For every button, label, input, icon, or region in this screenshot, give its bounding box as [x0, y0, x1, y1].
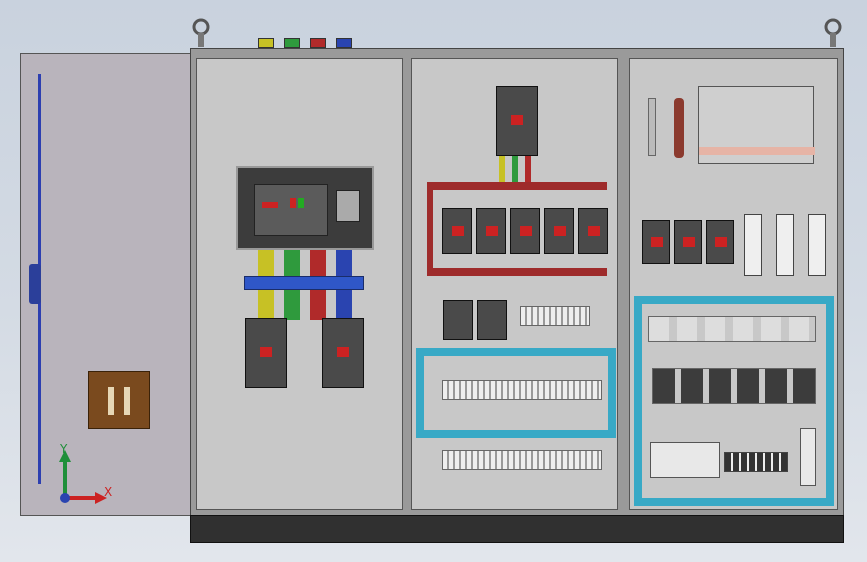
branch-mccb-row2-1[interactable] [443, 300, 473, 340]
top-terminal-yellow [258, 38, 274, 48]
door-handle[interactable] [29, 264, 41, 304]
main-mccb[interactable] [496, 86, 538, 156]
air-circuit-breaker[interactable] [236, 166, 374, 250]
axis-label-y: Y [60, 442, 68, 456]
axis-triad-icon [59, 450, 107, 504]
busbar-frame-top [427, 182, 607, 190]
branch-mccb-row1-1[interactable] [442, 208, 472, 254]
terminal-column [674, 98, 684, 158]
din-rail-vertical [648, 98, 656, 156]
terminal-strip-2b [442, 450, 602, 470]
terminal-strip-2a [442, 380, 602, 400]
top-terminal-blue [336, 38, 352, 48]
fuse-switch-3[interactable] [808, 214, 826, 276]
aux-mccb-2[interactable] [674, 220, 702, 264]
contactor-row [652, 368, 816, 404]
branch-mccb-row1-3[interactable] [510, 208, 540, 254]
axis-label-x: X [104, 485, 113, 499]
fuse-switch-2[interactable] [776, 214, 794, 276]
io-module-strip [724, 452, 788, 472]
aux-mccb-3[interactable] [706, 220, 734, 264]
branch-mccb-row1-4[interactable] [544, 208, 574, 254]
fuse-holder-assembly[interactable] [698, 86, 815, 164]
outgoing-breaker-1[interactable] [245, 318, 287, 388]
top-terminal-red [310, 38, 326, 48]
aux-mccb-1[interactable] [642, 220, 670, 264]
power-supply-module[interactable] [800, 428, 816, 486]
cabinet-plinth [190, 515, 844, 543]
fuse-switch-1[interactable] [744, 214, 762, 276]
lifting-eye-right-icon [824, 18, 842, 47]
door-lock-box[interactable] [88, 371, 150, 429]
top-terminal-green [284, 38, 300, 48]
busbar-frame-left [427, 182, 433, 276]
busbar-frame-bottom [427, 268, 607, 276]
plc-controller[interactable] [650, 442, 720, 478]
branch-mccb-row2-2[interactable] [477, 300, 507, 340]
branch-mccb-row1-5[interactable] [578, 208, 608, 254]
relay-row-1 [648, 316, 816, 342]
branch-mccb-row1-2[interactable] [476, 208, 506, 254]
terminal-block-small [520, 306, 590, 326]
lifting-eye-left-icon [192, 18, 210, 47]
bus-support-bar [244, 276, 364, 290]
outgoing-breaker-2[interactable] [322, 318, 364, 388]
